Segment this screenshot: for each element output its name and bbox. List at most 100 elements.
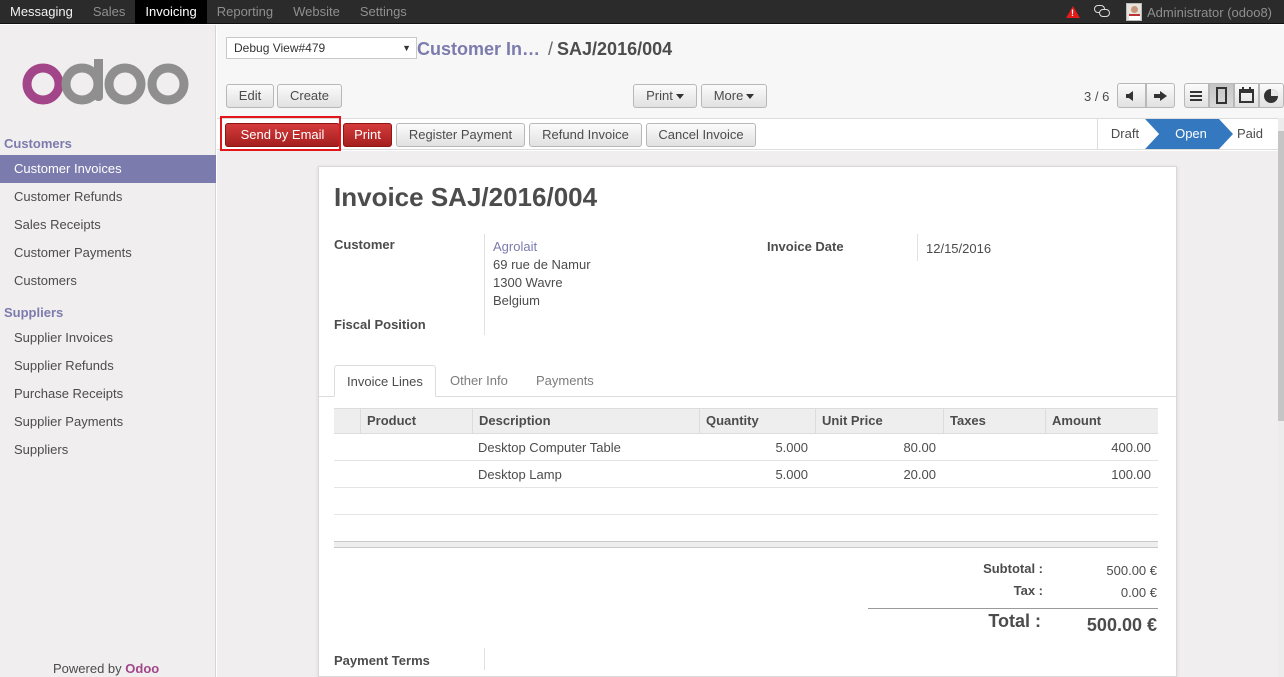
sidebar-item-supplier-refunds[interactable]: Supplier Refunds bbox=[0, 352, 216, 380]
powered-by-brand-link[interactable]: Odoo bbox=[125, 661, 159, 676]
tab-other-info[interactable]: Other Info bbox=[438, 365, 520, 397]
line-description: Desktop Lamp bbox=[478, 467, 562, 482]
column-description[interactable]: Description bbox=[472, 409, 699, 433]
sidebar-section-customers: Customers bbox=[4, 136, 72, 151]
cancel-invoice-button[interactable]: Cancel Invoice bbox=[646, 123, 756, 147]
register-payment-button[interactable]: Register Payment bbox=[396, 123, 525, 147]
invoice-lines-header: Product Description Quantity Unit Price … bbox=[334, 408, 1158, 434]
column-taxes[interactable]: Taxes bbox=[943, 409, 1045, 433]
create-button[interactable]: Create bbox=[277, 84, 342, 108]
column-product[interactable]: Product bbox=[360, 409, 472, 433]
address-line-1: 69 rue de Namur bbox=[493, 257, 591, 272]
calendar-icon bbox=[1239, 87, 1254, 103]
calendar-view-button[interactable] bbox=[1234, 83, 1259, 108]
tab-payments[interactable]: Payments bbox=[524, 365, 606, 397]
topmenu-reporting[interactable]: Reporting bbox=[207, 0, 283, 24]
debug-view-select[interactable]: Debug View#479 ▼ bbox=[226, 37, 417, 59]
print-menu-label: Print bbox=[646, 88, 673, 103]
sidebar-item-customer-refunds[interactable]: Customer Refunds bbox=[0, 183, 216, 211]
top-menu: Messaging Sales Invoicing Reporting Webs… bbox=[0, 0, 417, 24]
row-divider bbox=[334, 487, 1158, 488]
sidebar-item-supplier-invoices[interactable]: Supplier Invoices bbox=[0, 324, 216, 352]
refund-invoice-button[interactable]: Refund Invoice bbox=[529, 123, 642, 147]
total-value: 500.00 € bbox=[1086, 615, 1157, 635]
sidebar-item-customers[interactable]: Customers bbox=[0, 267, 216, 295]
pager-value: 3 / 6 bbox=[1084, 89, 1110, 104]
table-footer bbox=[334, 541, 1158, 548]
more-menu-label: More bbox=[713, 88, 744, 103]
chat-icon[interactable] bbox=[1094, 5, 1112, 19]
list-view-icon bbox=[1190, 91, 1202, 101]
tax-label: Tax : bbox=[1013, 583, 1043, 598]
line-quantity: 5.000 bbox=[775, 467, 808, 482]
control-panel: Debug View#479 ▼ Customer In… / SAJ/2016/0… bbox=[217, 25, 1284, 118]
invoice-title: Invoice SAJ/2016/004 bbox=[334, 182, 597, 213]
invoice-date-label: Invoice Date bbox=[767, 239, 844, 254]
topmenu-settings[interactable]: Settings bbox=[350, 0, 417, 24]
sidebar-item-customer-payments[interactable]: Customer Payments bbox=[0, 239, 216, 267]
arrow-right-icon bbox=[1154, 91, 1167, 101]
print-menu-button[interactable]: Print bbox=[633, 84, 697, 108]
left-sidebar: Customers Customer Invoices Customer Ref… bbox=[0, 25, 216, 677]
dropdown-arrow-icon: ▼ bbox=[402, 43, 411, 53]
odoo-logo[interactable] bbox=[20, 59, 190, 109]
sidebar-section-suppliers: Suppliers bbox=[4, 305, 64, 320]
customer-link[interactable]: Agrolait bbox=[493, 239, 537, 254]
caret-down-icon bbox=[675, 94, 684, 100]
breadcrumb: Customer In… / SAJ/2016/004 bbox=[417, 39, 672, 60]
breadcrumb-current: SAJ/2016/004 bbox=[557, 39, 673, 59]
invoice-title-prefix: Invoice bbox=[334, 182, 424, 212]
debug-view-value: Debug View#479 bbox=[234, 41, 326, 55]
status-bar: Send by Email Print Register Payment Ref… bbox=[217, 118, 1278, 150]
subtotal-value: 500.00 € bbox=[1106, 563, 1157, 578]
form-view-icon bbox=[1216, 87, 1227, 104]
stage-paid: Paid bbox=[1236, 126, 1264, 141]
breadcrumb-parent-link[interactable]: Customer In… bbox=[417, 39, 540, 59]
edit-button[interactable]: Edit bbox=[226, 84, 274, 108]
form-view-button[interactable] bbox=[1209, 83, 1234, 108]
sidebar-item-supplier-payments[interactable]: Supplier Payments bbox=[0, 408, 216, 436]
warning-icon[interactable]: ! bbox=[1066, 6, 1080, 18]
top-navbar: Messaging Sales Invoicing Reporting Webs… bbox=[0, 0, 1284, 24]
line-unit-price: 20.00 bbox=[903, 467, 936, 482]
sidebar-item-suppliers[interactable]: Suppliers bbox=[0, 436, 216, 464]
column-amount[interactable]: Amount bbox=[1045, 409, 1158, 433]
field-separator bbox=[917, 234, 918, 261]
more-menu-button[interactable]: More bbox=[701, 84, 767, 108]
line-amount: 100.00 bbox=[1111, 467, 1151, 482]
user-menu[interactable]: Administrator (odoo8) bbox=[1147, 5, 1272, 20]
tab-invoice-lines[interactable]: Invoice Lines bbox=[334, 365, 436, 397]
invoice-number: SAJ/2016/004 bbox=[430, 182, 598, 212]
pager-next-button[interactable] bbox=[1146, 83, 1175, 108]
column-unit-price[interactable]: Unit Price bbox=[815, 409, 943, 433]
breadcrumb-separator: / bbox=[548, 39, 554, 59]
address-line-2: 1300 Wavre bbox=[493, 275, 563, 290]
send-by-email-highlight bbox=[220, 116, 341, 151]
topmenu-website[interactable]: Website bbox=[283, 0, 350, 24]
top-right-area: ! Administrator (odoo8) bbox=[1066, 0, 1284, 24]
topmenu-invoicing[interactable]: Invoicing bbox=[135, 0, 207, 24]
scrollbar[interactable] bbox=[1278, 118, 1284, 677]
caret-down-icon bbox=[746, 94, 755, 100]
sidebar-item-purchase-receipts[interactable]: Purchase Receipts bbox=[0, 380, 216, 408]
line-unit-price: 80.00 bbox=[903, 440, 936, 455]
row-divider bbox=[334, 514, 1158, 515]
fiscal-position-label: Fiscal Position bbox=[334, 317, 426, 332]
pie-chart-icon bbox=[1264, 89, 1278, 103]
pager-previous-button[interactable] bbox=[1117, 83, 1146, 108]
avatar[interactable] bbox=[1126, 3, 1142, 21]
list-view-button[interactable] bbox=[1184, 83, 1209, 108]
arrow-left-icon bbox=[1126, 91, 1133, 101]
address-line-3: Belgium bbox=[493, 293, 540, 308]
scrollbar-thumb[interactable] bbox=[1278, 131, 1284, 421]
sidebar-item-sales-receipts[interactable]: Sales Receipts bbox=[0, 211, 216, 239]
graph-view-button[interactable] bbox=[1259, 83, 1284, 108]
powered-by-text: Powered by bbox=[53, 661, 122, 676]
topmenu-sales[interactable]: Sales bbox=[83, 0, 136, 24]
topmenu-messaging[interactable]: Messaging bbox=[0, 0, 83, 24]
stage-draft: Draft bbox=[1097, 119, 1152, 149]
print-button[interactable]: Print bbox=[343, 123, 392, 147]
sidebar-item-customer-invoices[interactable]: Customer Invoices bbox=[0, 155, 216, 183]
tax-value: 0.00 € bbox=[1120, 585, 1157, 600]
column-quantity[interactable]: Quantity bbox=[699, 409, 815, 433]
